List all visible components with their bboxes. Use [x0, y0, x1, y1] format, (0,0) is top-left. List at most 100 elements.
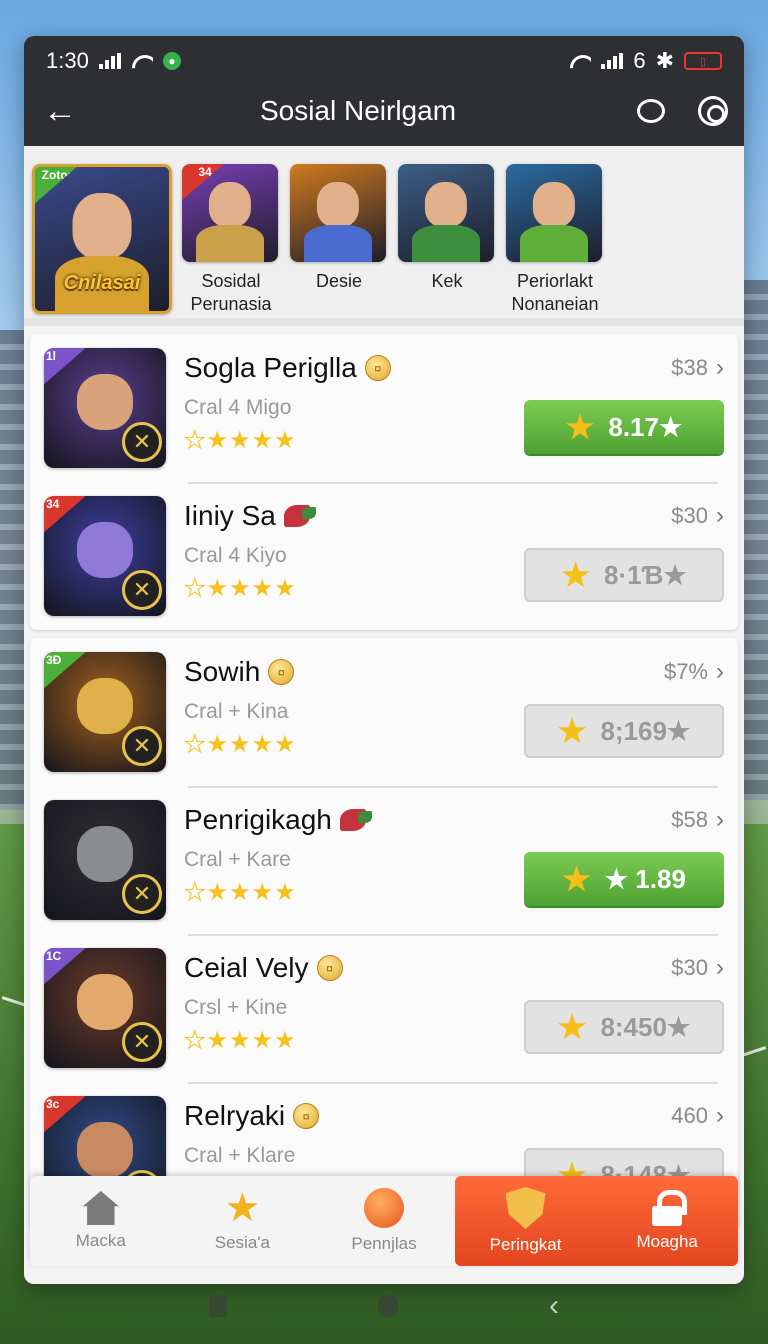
- star-icon: ★: [561, 557, 591, 593]
- app-bar: 1:30 ● 6 ✱ ▯ ← Sosial Neirlgam: [24, 36, 744, 146]
- game-list-row[interactable]: 1C ✕ Ceial Vely ¤ Crsl + Kine ★★★★★ $30 › ★ 8:450…: [30, 934, 738, 1082]
- price-link[interactable]: $30 ›: [671, 502, 724, 530]
- bottom-navigation: Macka ★ Sesia'a Pennjlas Peringkat Moagha: [30, 1176, 738, 1266]
- chevron-right-icon: ›: [716, 1102, 724, 1129]
- nav-item-3[interactable]: Pennjlas: [313, 1176, 455, 1266]
- toolbar: ← Sosial Neirlgam: [24, 86, 744, 136]
- bluetooth-icon: ✱: [655, 48, 674, 73]
- status-bar: 1:30 ● 6 ✱ ▯: [24, 46, 744, 76]
- game-info: Ceial Vely ¤ Crsl + Kine ★★★★★ $30 › ★ 8:450★: [184, 948, 724, 1068]
- star-icon: ★: [557, 1009, 587, 1045]
- rating-button[interactable]: ★ 8:450★: [524, 1000, 724, 1054]
- price-value: $58: [671, 807, 708, 832]
- rating-button[interactable]: ★ 8;169★: [524, 704, 724, 758]
- nav-item-label: Sesia'a: [214, 1233, 270, 1252]
- game-name-line: Sowih ¤: [184, 656, 724, 688]
- background-stand-right: [740, 280, 768, 800]
- nav-item-label: Peringkat: [489, 1235, 562, 1254]
- arrow-left-icon[interactable]: ←: [24, 92, 96, 131]
- featured-game-label: Kek: [431, 271, 463, 291]
- signal-icon: [98, 53, 121, 69]
- wifi-icon: [131, 53, 153, 69]
- game-list-row[interactable]: 34 ✕ Iiniy Sa Cral 4 Kiyo ★★★★★ $30 › ★ 8·1Ɓ★: [30, 482, 738, 630]
- clock: 1:30: [46, 48, 89, 73]
- coin-icon: ¤: [364, 355, 391, 381]
- game-name: Sowih: [184, 656, 261, 687]
- phone-screen: 1:30 ● 6 ✱ ▯ ← Sosial Neirlgam Zotos Cnil…: [24, 36, 744, 1284]
- ribbon-badge: 1l: [44, 348, 88, 386]
- featured-game-4[interactable]: Kek: [398, 164, 496, 318]
- ribbon-badge: 34: [44, 496, 88, 534]
- game-name: Ceial Vely: [184, 952, 309, 983]
- back-chevron-icon[interactable]: ‹: [549, 1289, 559, 1323]
- ribbon-badge: 3c: [44, 1096, 88, 1134]
- game-info: Sowih ¤ Cral + Kina ★★★★★ $7% › ★ 8;169★: [184, 652, 724, 772]
- featured-game-label: Desie: [315, 271, 363, 291]
- price-link[interactable]: $7% ›: [664, 658, 724, 686]
- star-icon: ★: [565, 409, 595, 445]
- price-link[interactable]: $30 ›: [671, 954, 724, 982]
- ribbon-badge: 1C: [44, 948, 88, 986]
- chat-bubble-icon[interactable]: [620, 99, 682, 123]
- game-name: Penrigikagh: [184, 804, 332, 835]
- game-icon: 3Đ ✕: [44, 652, 166, 772]
- game-name-line: Iiniy Sa: [184, 500, 724, 532]
- game-thumbnail: [398, 164, 494, 262]
- wifi-icon: [569, 53, 591, 69]
- lock-icon: [652, 1190, 688, 1226]
- shield-icon: [505, 1187, 546, 1229]
- coin-icon: ¤: [293, 1103, 320, 1129]
- game-icon: 34 ✕: [44, 496, 166, 616]
- game-list-row[interactable]: 1l ✕ Sogla Periglla ¤ Cral 4 Migo ★★★★★ $38 › ★ 8…: [30, 334, 738, 482]
- featured-game-5[interactable]: Periorlakt Nonaneian: [506, 164, 604, 318]
- sword-badge-icon: ✕: [122, 1022, 162, 1062]
- rating-button[interactable]: ★ 8.17★: [524, 400, 724, 454]
- game-name: Iiniy Sa: [184, 500, 276, 531]
- system-navigation: ‹: [0, 1286, 768, 1326]
- chevron-right-icon: ›: [716, 354, 724, 381]
- ball-icon: [363, 1188, 404, 1228]
- signal-icon: [601, 53, 624, 69]
- featured-game-label: Periorlakt Nonaneian: [511, 271, 599, 314]
- rating-value: 8·1Ɓ★: [604, 559, 687, 590]
- game-name-line: Relryaki ¤: [184, 1100, 724, 1132]
- sword-badge-icon: ✕: [122, 570, 162, 610]
- nav-item-5[interactable]: Moagha: [596, 1176, 738, 1266]
- sword-badge-icon: ✕: [122, 422, 162, 462]
- price-value: $7%: [663, 659, 708, 684]
- page-title: Sosial Neirlgam: [259, 95, 457, 126]
- recent-apps-icon[interactable]: [209, 1295, 227, 1317]
- nav-item-4[interactable]: Peringkat: [454, 1176, 597, 1266]
- notification-icon: ●: [162, 52, 181, 70]
- game-name: Relryaki: [184, 1100, 286, 1131]
- sword-badge-icon: ✕: [122, 726, 162, 766]
- leaf-icon: [339, 809, 372, 831]
- nav-item-label: Pennjlas: [351, 1234, 417, 1253]
- price-value: $30: [671, 955, 708, 980]
- game-thumbnail: 34: [182, 164, 278, 262]
- star-icon: ★: [224, 1186, 261, 1230]
- game-thumbnail: [506, 164, 602, 262]
- game-info: Sogla Periglla ¤ Cral 4 Migo ★★★★★ $38 › ★ 8.17…: [184, 348, 724, 468]
- game-info: Penrigikagh Cral + Kare ★★★★★ $58 › ★ ★ 1.89: [184, 800, 724, 920]
- price-link[interactable]: 460 ›: [671, 1102, 724, 1130]
- rating-value: 8.17★: [608, 411, 683, 442]
- game-list-row[interactable]: ✕ Penrigikagh Cral + Kare ★★★★★ $58 › ★ ★ 1.89: [30, 786, 738, 934]
- featured-game-2[interactable]: 34 Sosidal Perunasia: [182, 164, 280, 318]
- featured-game-3[interactable]: Desie: [290, 164, 388, 318]
- rating-value: 8:450★: [600, 1011, 691, 1042]
- nav-item-2[interactable]: ★ Sesia'a: [172, 1176, 314, 1266]
- nav-item-1[interactable]: Macka: [30, 1176, 172, 1266]
- star-icon: ★: [562, 861, 591, 897]
- game-thumbnail: [290, 164, 386, 262]
- rating-button[interactable]: ★ 8·1Ɓ★: [524, 548, 724, 602]
- home-circle-icon[interactable]: [377, 1295, 399, 1317]
- price-link[interactable]: $58 ›: [671, 806, 724, 834]
- nav-item-label: Macka: [75, 1231, 126, 1250]
- game-list-row[interactable]: 3Đ ✕ Sowih ¤ Cral + Kina ★★★★★ $7% › ★ 8;169★: [30, 638, 738, 786]
- sword-badge-icon: ✕: [122, 874, 162, 914]
- camera-icon[interactable]: [682, 96, 744, 126]
- featured-game-1[interactable]: Zotos Cnilasai: [32, 164, 172, 318]
- rating-button[interactable]: ★ ★ 1.89: [524, 852, 724, 906]
- price-link[interactable]: $38 ›: [671, 354, 724, 382]
